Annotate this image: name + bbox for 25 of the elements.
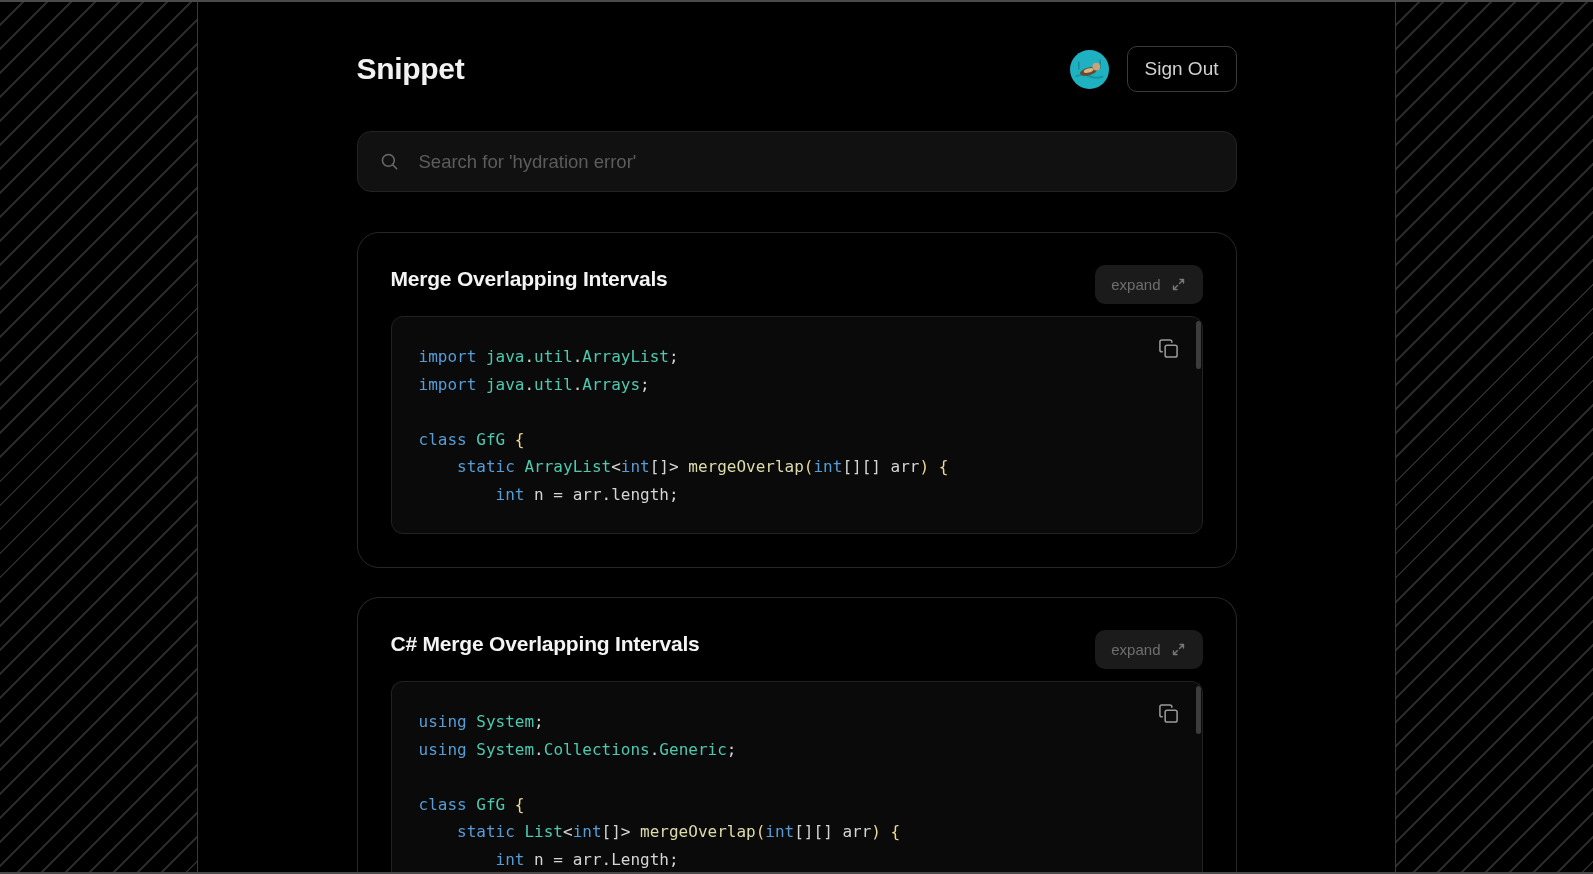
code-line: using System; [418, 711, 544, 733]
code-line: import java.util.Arrays; [418, 373, 650, 396]
app-title: Snippet [356, 52, 465, 86]
scrollbar-thumb[interactable] [1195, 686, 1201, 734]
search-icon [380, 153, 398, 170]
sign-out-button[interactable]: Sign Out [1126, 46, 1237, 92]
expand-arrows-icon [1171, 278, 1185, 291]
code-line: int n = arr.Length; [494, 848, 679, 871]
scrollbar-thumb[interactable] [1195, 321, 1201, 369]
copy-icon[interactable] [1157, 338, 1179, 359]
avatar-icon [1069, 49, 1109, 89]
expand-button[interactable]: expand [1095, 630, 1203, 669]
snippet-title: Merge Overlapping Intervals [390, 266, 668, 292]
code-line: static ArrayList<int[]> mergeOverlap(int[][] arr) { [456, 456, 949, 478]
code-line: class GfG { [418, 793, 525, 816]
code-line: class GfG { [418, 428, 525, 451]
code-line: using System.Collections.Generic; [418, 738, 737, 761]
search-field[interactable]: Search for 'hydration error' [356, 131, 1237, 192]
code-line: static List<int[]> mergeOverlap(int[][] arr) { [456, 821, 901, 843]
expand-arrows-icon [1171, 643, 1185, 656]
copy-icon[interactable] [1157, 703, 1179, 724]
code-line: int n = arr.length; [494, 483, 679, 506]
snippet-title: C# Merge Overlapping Intervals [390, 631, 700, 657]
code-line: import java.util.ArrayList; [418, 346, 679, 368]
expand-button[interactable]: expand [1095, 265, 1203, 304]
